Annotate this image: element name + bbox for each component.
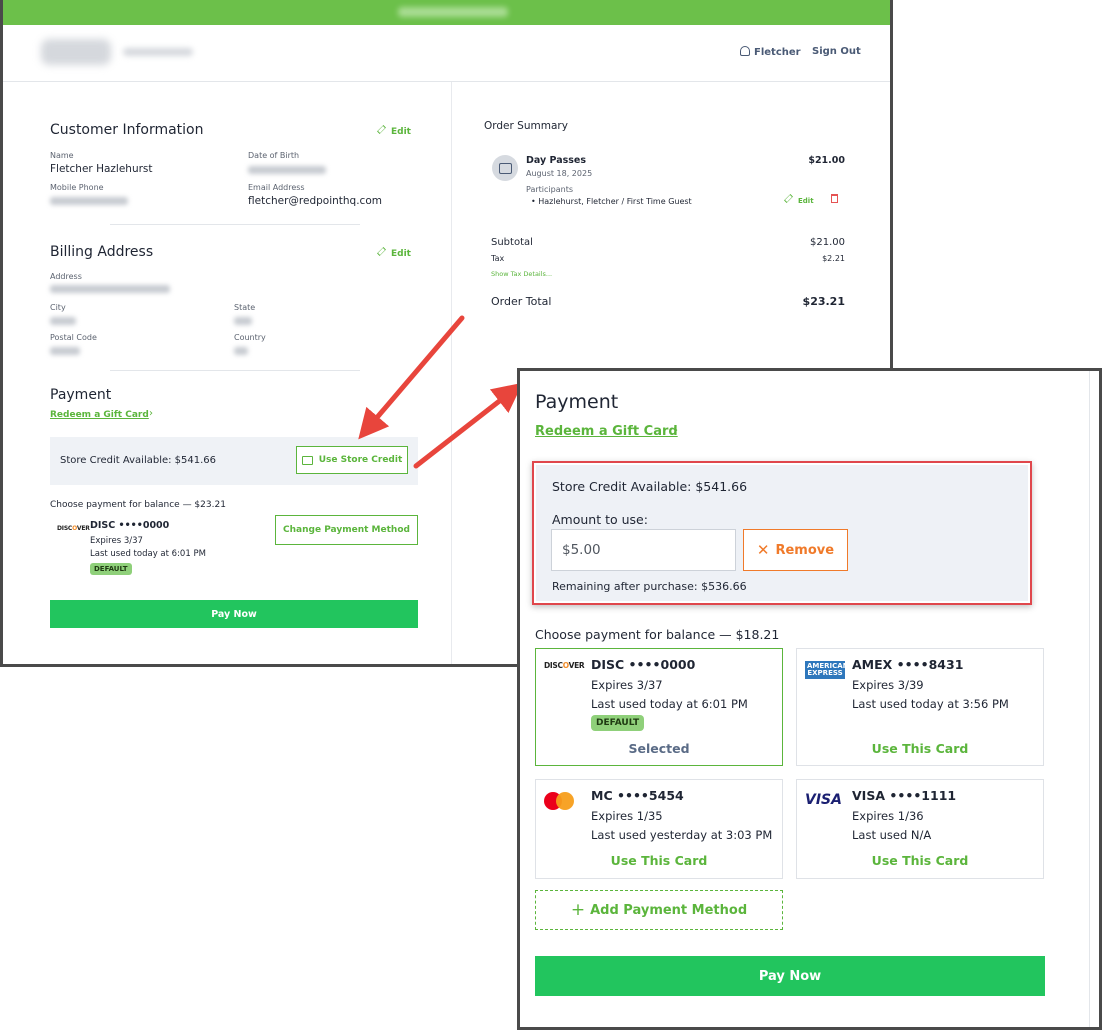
close-icon: ✕: [756, 541, 770, 559]
plus-icon: +: [570, 900, 586, 920]
card-last-used: Last used yesterday at 3:03 PM: [591, 828, 773, 842]
pay-now-button[interactable]: Pay Now: [535, 956, 1045, 996]
card-discover[interactable]: DISCOVER DISC ••••0000 Expires 3/37 Last…: [535, 648, 783, 766]
card-expires: Expires 1/36: [852, 809, 924, 823]
card-last-used: Last used today at 6:01 PM: [591, 697, 748, 711]
choose-payment-text: Choose payment for balance — $18.21: [535, 627, 780, 642]
add-payment-method-button[interactable]: + Add Payment Method: [535, 890, 783, 930]
payment-zoom-panel: Payment Redeem a Gift Card › Store Credi…: [517, 368, 1102, 1030]
card-amex[interactable]: AMERICAN EXPRESS AMEX ••••8431 Expires 3/…: [796, 648, 1044, 766]
remove-button[interactable]: ✕ Remove: [743, 529, 848, 571]
store-credit-panel: Store Credit Available: $541.66 Amount t…: [532, 461, 1032, 605]
card-name: DISC ••••0000: [591, 657, 696, 672]
card-expires: Expires 3/37: [591, 678, 663, 692]
use-this-card-button[interactable]: Use This Card: [536, 853, 782, 868]
card-expires: Expires 3/39: [852, 678, 924, 692]
redeem-gift-card-link[interactable]: Redeem a Gift Card: [535, 424, 678, 439]
selected-label: Selected: [628, 741, 690, 756]
card-expires: Expires 1/35: [591, 809, 663, 823]
amount-input[interactable]: [551, 529, 736, 571]
default-badge: DEFAULT: [591, 715, 645, 731]
amount-label: Amount to use:: [552, 512, 648, 527]
store-credit-text: Store Credit Available: $541.66: [552, 479, 748, 494]
card-visa[interactable]: VISA VISA ••••1111 Expires 1/36 Last use…: [796, 779, 1044, 879]
use-this-card-button[interactable]: Use This Card: [797, 853, 1043, 868]
card-name: VISA ••••1111: [852, 788, 957, 803]
arrow-to-zoom-panel: [413, 382, 523, 469]
store-credit-panel-body: Store Credit Available: $541.66 Amount t…: [536, 465, 1028, 601]
card-name: MC ••••5454: [591, 788, 684, 803]
payment-title: Payment: [535, 391, 619, 413]
remaining-text: Remaining after purchase: $536.66: [552, 580, 747, 593]
card-name: AMEX ••••8431: [852, 657, 964, 672]
mastercard-logo-icon: [544, 792, 574, 810]
discover-logo-icon: DISCOVER: [544, 661, 585, 670]
card-last-used: Last used today at 3:56 PM: [852, 697, 1009, 711]
card-mastercard[interactable]: MC ••••5454 Expires 1/35 Last used yeste…: [535, 779, 783, 879]
scroll-track: [1089, 371, 1090, 1027]
card-last-used: Last used N/A: [852, 828, 932, 842]
arrow-to-store-credit: [358, 315, 465, 440]
use-this-card-button[interactable]: Use This Card: [797, 741, 1043, 756]
amex-logo-icon: AMERICAN EXPRESS: [805, 661, 849, 679]
visa-logo-icon: VISA: [805, 792, 842, 808]
chevron-right-icon: ›: [673, 423, 679, 438]
